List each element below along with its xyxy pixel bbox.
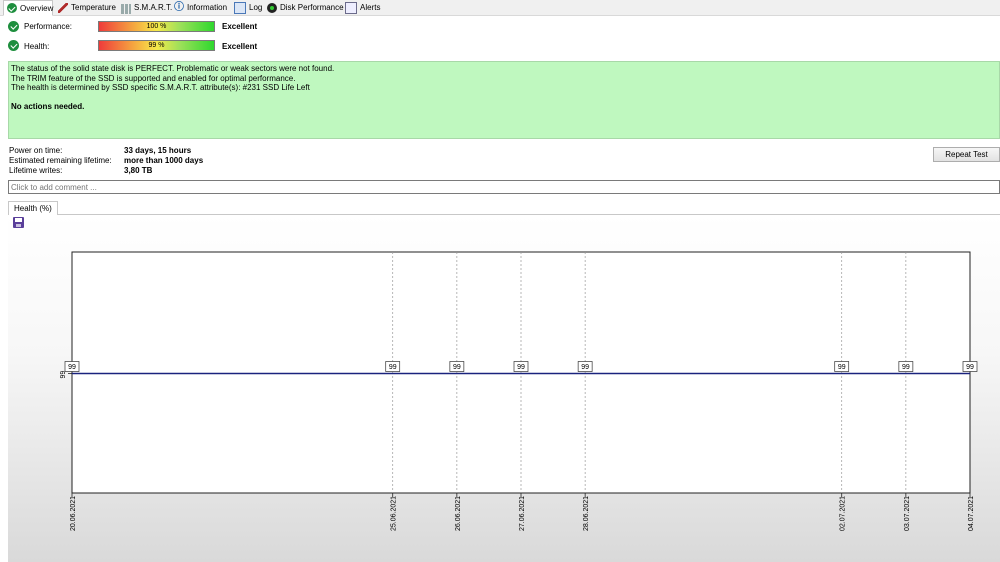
data-label: 99 (902, 364, 910, 371)
x-tick-label: 04.07.2021 (968, 496, 975, 531)
x-tick-label: 02.07.2021 (840, 496, 847, 531)
data-label: 99 (68, 364, 76, 371)
data-label: 99 (966, 364, 974, 371)
x-tick-label: 27.06.2021 (519, 496, 526, 531)
x-tick-label: 28.06.2021 (583, 496, 590, 531)
x-tick-label: 20.06.2021 (70, 496, 77, 531)
data-label: 99 (838, 364, 846, 371)
data-label: 99 (453, 364, 461, 371)
data-label: 99 (517, 364, 525, 371)
data-label: 99 (389, 364, 397, 371)
data-label: 99 (581, 364, 589, 371)
x-tick-label: 25.06.2021 (391, 496, 398, 531)
health-chart: 20.06.2021 25.06.2021 26.06.2021 27.06.2021… (60, 251, 978, 531)
x-tick-label: 26.06.2021 (455, 496, 462, 531)
x-tick-label: 03.07.2021 (904, 496, 911, 531)
